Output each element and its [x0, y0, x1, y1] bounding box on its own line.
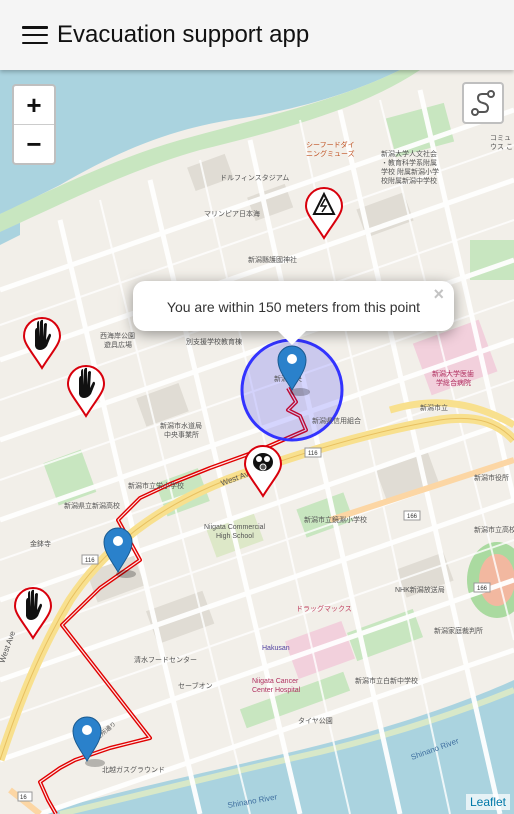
leaflet-attribution[interactable]: Leaflet	[465, 794, 510, 810]
svg-text:校附属新潟中学校: 校附属新潟中学校	[381, 176, 437, 185]
app-bar: Evacuation support app	[0, 0, 514, 70]
svg-text:Hakusan: Hakusan	[262, 645, 290, 652]
svg-text:・教育科学系附属: ・教育科学系附属	[381, 158, 437, 167]
zoom-in-button[interactable]: +	[14, 86, 54, 125]
zoom-control: + −	[12, 84, 56, 165]
popup-tip	[278, 331, 306, 345]
svg-text:新潟大学医歯: 新潟大学医歯	[432, 369, 474, 378]
svg-text:16: 16	[20, 795, 27, 801]
svg-text:遊具広場: 遊具広場	[104, 340, 132, 349]
route-icon	[471, 90, 495, 116]
svg-text:ドラッグマックス: ドラッグマックス	[296, 604, 352, 613]
svg-text:学総合病院: 学総合病院	[436, 378, 471, 387]
svg-text:金鉢寺: 金鉢寺	[30, 539, 51, 548]
svg-text:新潟県信用組合: 新潟県信用組合	[312, 416, 361, 425]
svg-text:Niigata Cancer: Niigata Cancer	[252, 678, 299, 685]
svg-text:新潟市立栄小学校: 新潟市立栄小学校	[128, 481, 184, 490]
svg-text:新潟市立鏡淵小学校: 新潟市立鏡淵小学校	[304, 515, 367, 524]
svg-text:セーブオン: セーブオン	[178, 681, 213, 690]
svg-text:清水フードセンター: 清水フードセンター	[134, 655, 197, 664]
zoom-out-button[interactable]: −	[14, 125, 54, 163]
location-pin-icon	[113, 536, 123, 546]
svg-text:166: 166	[477, 586, 488, 592]
svg-text:NHK新潟放送局: NHK新潟放送局	[395, 585, 445, 594]
svg-text:新潟市役所: 新潟市役所	[474, 473, 509, 482]
location-pin-icon	[82, 725, 92, 735]
gas-mask-icon	[253, 453, 273, 471]
svg-text:新潟市立白新中学校: 新潟市立白新中学校	[355, 676, 418, 685]
svg-text:Niigata Commercial: Niigata Commercial	[204, 524, 266, 531]
location-pin-icon	[287, 354, 297, 364]
svg-text:新潟県立新潟高校: 新潟県立新潟高校	[64, 501, 120, 510]
svg-text:166: 166	[407, 514, 418, 520]
svg-text:新潟大学人文社会: 新潟大学人文社会	[381, 149, 437, 158]
popup-message: You are within 150 meters from this poin…	[166, 299, 421, 315]
svg-text:ニングミューズ: ニングミューズ	[306, 149, 355, 158]
svg-text:シーフードダイ: シーフードダイ	[306, 140, 355, 149]
svg-text:中央事業所: 中央事業所	[164, 430, 199, 439]
map[interactable]: シーフードダイ ニングミューズ 新潟大学人文社会 ・教育科学系附属 学校 附属新…	[0, 70, 514, 814]
app-title: Evacuation support app	[57, 21, 310, 48]
distance-popup: × You are within 150 meters from this po…	[133, 281, 454, 345]
svg-text:Center Hospital: Center Hospital	[252, 687, 301, 694]
svg-text:コミュ: コミュ	[490, 134, 511, 142]
svg-text:116: 116	[85, 558, 95, 564]
svg-text:別支援学校教育棟: 別支援学校教育棟	[186, 337, 242, 346]
map-tiles: シーフードダイ ニングミューズ 新潟大学人文社会 ・教育科学系附属 学校 附属新…	[0, 70, 514, 814]
svg-text:High School: High School	[216, 533, 254, 540]
svg-text:ドルフィンスタジアム: ドルフィンスタジアム	[220, 173, 289, 182]
svg-text:学校 附属新潟小学: 学校 附属新潟小学	[381, 167, 439, 176]
menu-icon[interactable]	[22, 24, 48, 46]
svg-text:タイヤ公園: タイヤ公園	[298, 716, 333, 725]
route-toggle-button[interactable]	[462, 82, 504, 124]
svg-text:新潟縣護國神社: 新潟縣護國神社	[248, 255, 297, 264]
svg-text:ウス こ: ウス こ	[490, 143, 513, 151]
svg-text:新潟家庭裁判所: 新潟家庭裁判所	[434, 626, 483, 635]
svg-text:116: 116	[308, 451, 318, 457]
svg-text:新潟市水道局: 新潟市水道局	[160, 421, 202, 430]
svg-text:マリンピア日本海: マリンピア日本海	[204, 209, 260, 218]
svg-text:北越ガスグラウンド: 北越ガスグラウンド	[102, 765, 165, 774]
svg-text:新潟市立: 新潟市立	[420, 403, 448, 412]
svg-text:新潟市立高校: 新潟市立高校	[474, 525, 514, 534]
svg-text:西海岸公園: 西海岸公園	[100, 331, 135, 340]
